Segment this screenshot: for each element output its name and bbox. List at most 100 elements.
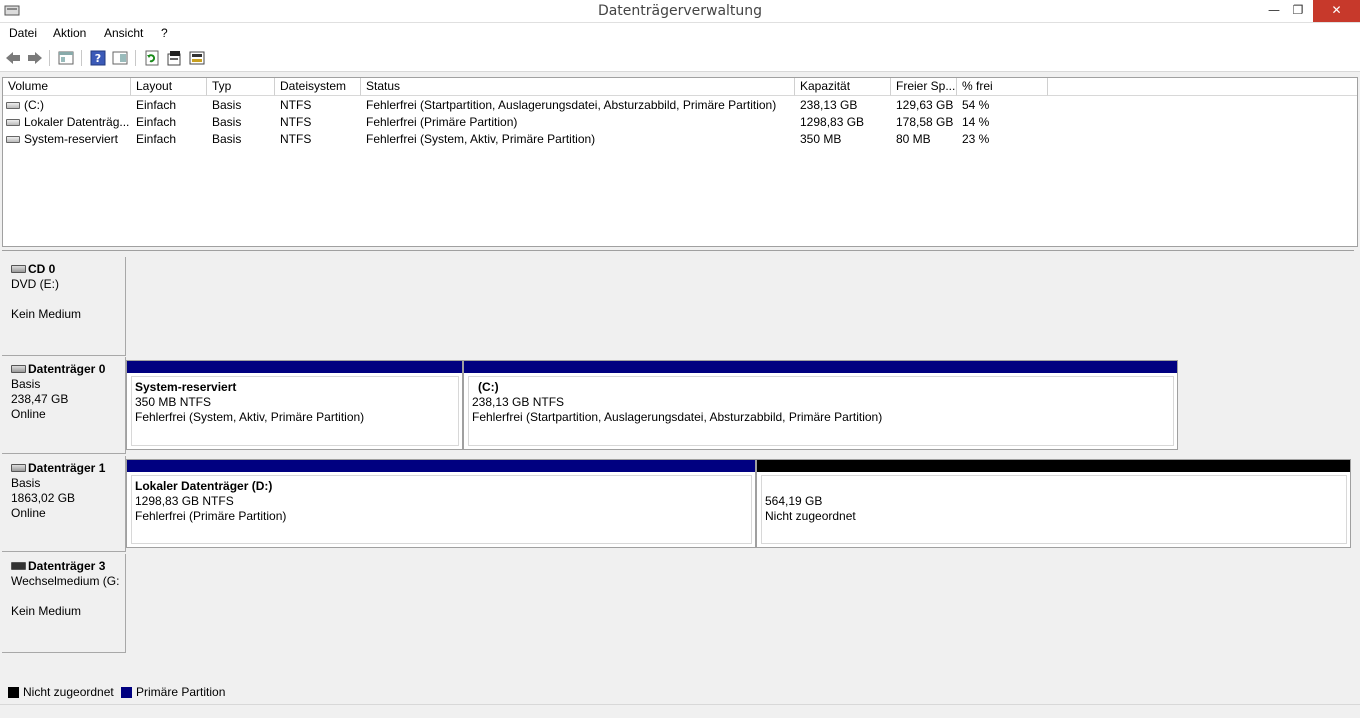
disk-status: Online <box>11 506 46 520</box>
table-row[interactable]: Lokaler Datenträg... Einfach Basis NTFS … <box>3 114 1357 131</box>
disk-graph-view: CD 0 DVD (E:) Kein Medium Datenträger 0 … <box>2 250 1354 682</box>
partition-status: Fehlerfrei (Primäre Partition) <box>135 509 287 523</box>
partition-c[interactable]: (C:) 238,13 GB NTFS Fehlerfrei (Startpar… <box>463 360 1178 450</box>
menu-bar: Datei Aktion Ansicht ? <box>0 23 1360 45</box>
partition-bar-primary <box>127 460 755 472</box>
cell-kapazitaet: 1298,83 GB <box>800 115 865 129</box>
partition-size: 238,13 GB NTFS <box>472 395 565 409</box>
column-header-status[interactable]: Status <box>361 78 795 96</box>
partition-status: Nicht zugeordnet <box>765 509 856 523</box>
cell-layout: Einfach <box>136 132 177 146</box>
legend-swatch-unallocated <box>8 687 19 698</box>
cell-kapazitaet: 238,13 GB <box>800 98 858 112</box>
legend: Nicht zugeordnet Primäre Partition <box>2 683 1354 703</box>
hard-disk-icon <box>11 464 26 472</box>
partition-status: Fehlerfrei (Startpartition, Auslagerungs… <box>472 410 883 424</box>
disk-row-disk3: Datenträger 3 Wechselmedium (G: Kein Med… <box>2 554 1354 653</box>
table-row[interactable]: System-reserviert Einfach Basis NTFS Feh… <box>3 131 1357 148</box>
cell-status: Fehlerfrei (System, Aktiv, Primäre Parti… <box>366 132 596 146</box>
properties-icon[interactable] <box>165 49 183 67</box>
cell-kapazitaet: 350 MB <box>800 132 842 146</box>
partition-name: Lokaler Datenträger (D:) <box>135 479 273 493</box>
cell-status: Fehlerfrei (Startpartition, Auslagerungs… <box>366 98 777 112</box>
partition-name <box>765 479 1346 494</box>
disk-name: Datenträger 3 <box>28 559 106 573</box>
panel-icon[interactable] <box>111 49 129 67</box>
window-title: Datenträgerverwaltung <box>597 3 763 19</box>
menu-ansicht[interactable]: Ansicht <box>104 26 143 40</box>
cd-drive-icon <box>11 265 26 273</box>
disk-name: Datenträger 0 <box>28 362 106 376</box>
column-header-volume[interactable]: Volume <box>3 78 131 96</box>
partition-bar-primary <box>464 361 1177 373</box>
rescan-icon[interactable] <box>188 49 206 67</box>
drive-icon <box>6 102 20 109</box>
disk-row-disk0: Datenträger 0 Basis 238,47 GB Online Sys… <box>2 357 1354 454</box>
legend-label-primary: Primäre Partition <box>136 685 226 699</box>
toolbar: ? <box>0 45 1360 72</box>
column-header-empty <box>1048 78 1357 96</box>
menu-datei[interactable]: Datei <box>9 26 37 40</box>
toolbar-separator <box>81 50 82 66</box>
cell-volume: (C:) <box>24 98 44 112</box>
partition-size: 564,19 GB <box>765 494 823 508</box>
disk-type: Basis <box>11 476 41 490</box>
cell-dateisystem: NTFS <box>280 98 312 112</box>
status-bar <box>0 704 1360 718</box>
cell-freier-speicher: 80 MB <box>896 132 931 146</box>
partition-unallocated[interactable]: 564,19 GB Nicht zugeordnet <box>756 459 1351 548</box>
partition-name: (C:) <box>478 380 499 394</box>
partition-system-reserviert[interactable]: System-reserviert 350 MB NTFS Fehlerfrei… <box>126 360 463 450</box>
cell-prozent-frei: 54 % <box>962 98 990 112</box>
hard-disk-icon <box>11 365 26 373</box>
cell-freier-speicher: 178,58 GB <box>896 115 954 129</box>
title-bar: Datenträgerverwaltung — ❐ ✕ <box>0 0 1360 23</box>
disk-status: Kein Medium <box>11 307 82 321</box>
partition-bar-primary <box>127 361 462 373</box>
column-header-kapazitaet[interactable]: Kapazität <box>795 78 891 96</box>
help-icon[interactable]: ? <box>89 49 107 67</box>
svg-text:?: ? <box>95 52 101 65</box>
partition-name: System-reserviert <box>135 380 237 394</box>
column-header-typ[interactable]: Typ <box>207 78 275 96</box>
disk-type: DVD (E:) <box>11 277 59 291</box>
column-header-layout[interactable]: Layout <box>131 78 207 96</box>
partition-d[interactable]: Lokaler Datenträger (D:) 1298,83 GB NTFS… <box>126 459 756 548</box>
disk-label-disk0[interactable]: Datenträger 0 Basis 238,47 GB Online <box>2 357 126 454</box>
menu-help[interactable]: ? <box>161 26 168 40</box>
menu-aktion[interactable]: Aktion <box>53 26 86 40</box>
disk-size: 238,47 GB <box>11 392 69 406</box>
disk-label-disk3[interactable]: Datenträger 3 Wechselmedium (G: Kein Med… <box>2 554 126 653</box>
cell-typ: Basis <box>212 115 242 129</box>
cell-layout: Einfach <box>136 98 177 112</box>
partition-status: Fehlerfrei (System, Aktiv, Primäre Parti… <box>135 410 365 424</box>
cell-dateisystem: NTFS <box>280 115 312 129</box>
cell-typ: Basis <box>212 132 242 146</box>
console-tree-icon[interactable] <box>57 49 75 67</box>
disk-row-disk1: Datenträger 1 Basis 1863,02 GB Online Lo… <box>2 456 1354 552</box>
forward-arrow-icon[interactable] <box>26 49 44 67</box>
back-arrow-icon[interactable] <box>4 49 22 67</box>
volume-list: Volume Layout Typ Dateisystem Status Kap… <box>2 77 1358 247</box>
cell-typ: Basis <box>212 98 242 112</box>
disk-status: Kein Medium <box>11 604 82 618</box>
disk-label-cd0[interactable]: CD 0 DVD (E:) Kein Medium <box>2 257 126 356</box>
partition-size: 350 MB NTFS <box>135 395 212 409</box>
column-header-freier-speicher[interactable]: Freier Sp... <box>891 78 957 96</box>
disk-type: Basis <box>11 377 41 391</box>
table-row[interactable]: (C:) Einfach Basis NTFS Fehlerfrei (Star… <box>3 97 1357 114</box>
cell-volume: Lokaler Datenträg... <box>24 115 130 129</box>
close-button[interactable]: ✕ <box>1313 0 1360 22</box>
disk-label-disk1[interactable]: Datenträger 1 Basis 1863,02 GB Online <box>2 456 126 552</box>
legend-swatch-primary <box>121 687 132 698</box>
disk-status: Online <box>11 407 46 421</box>
toolbar-separator <box>49 50 50 66</box>
partition-size: 1298,83 GB NTFS <box>135 494 234 508</box>
cell-freier-speicher: 129,63 GB <box>896 98 954 112</box>
column-header-dateisystem[interactable]: Dateisystem <box>275 78 361 96</box>
cell-layout: Einfach <box>136 115 177 129</box>
restore-button[interactable]: ❐ <box>1284 0 1312 22</box>
legend-label-unallocated: Nicht zugeordnet <box>23 685 114 699</box>
refresh-icon[interactable] <box>143 49 161 67</box>
column-header-prozent-frei[interactable]: % frei <box>957 78 1048 96</box>
